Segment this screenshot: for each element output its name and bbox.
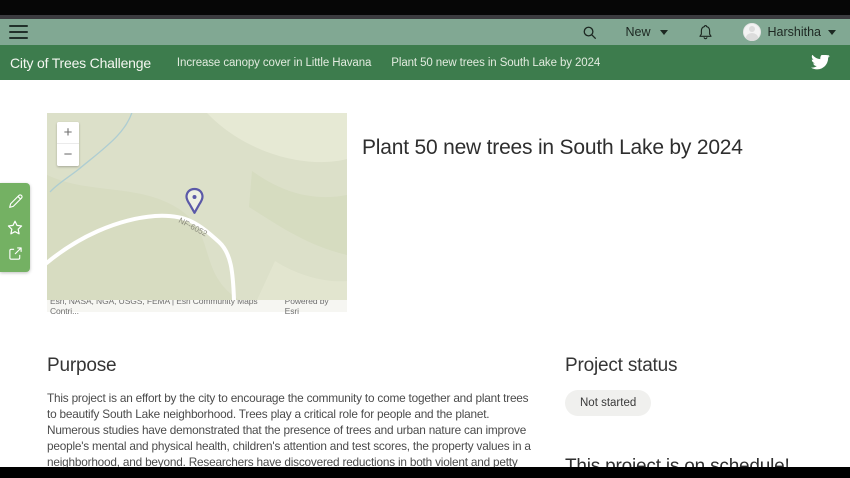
twitter-icon [811, 54, 830, 69]
window-chrome-bar [0, 0, 850, 15]
nav-link-little-havana[interactable]: Increase canopy cover in Little Havana [177, 57, 371, 69]
notifications-button[interactable] [698, 24, 713, 40]
twitter-share-button[interactable] [811, 54, 830, 71]
user-name: Harshitha [767, 25, 822, 39]
edit-button[interactable] [8, 194, 23, 209]
caret-down-icon [828, 29, 836, 35]
caret-down-icon [659, 29, 668, 35]
page-title: Plant 50 new trees in South Lake by 2024 [362, 136, 743, 159]
project-status-heading: Project status [565, 355, 678, 376]
project-status-section: Project status Not started [565, 355, 678, 416]
site-title-link[interactable]: City of Trees Challenge [10, 55, 151, 71]
star-icon [7, 220, 23, 235]
app-window: New Harshitha City of Trees Challenge In… [0, 0, 850, 478]
bell-icon [698, 24, 712, 40]
search-button[interactable] [582, 25, 597, 40]
favorite-button[interactable] [7, 220, 23, 235]
purpose-body: This project is an effort by the city to… [47, 391, 531, 469]
zoom-out-button[interactable]: − [57, 144, 79, 166]
map-card: NF-6052 + − Esri, NASA, NGA, USGS, FEMA … [47, 113, 347, 316]
site-nav: City of Trees Challenge Increase canopy … [0, 45, 850, 80]
bottom-letterbox-bar [0, 467, 850, 478]
user-avatar [742, 23, 761, 41]
share-export-icon [8, 247, 22, 260]
zoom-in-button[interactable]: + [57, 122, 79, 144]
hamburger-icon [9, 25, 28, 28]
new-menu-label: New [625, 25, 651, 39]
map-canvas: NF-6052 [47, 113, 347, 300]
page-tools-sidebar [0, 183, 30, 272]
nav-link-south-lake[interactable]: Plant 50 new trees in South Lake by 2024 [391, 57, 600, 69]
menu-button[interactable] [9, 25, 28, 39]
status-badge: Not started [565, 390, 652, 416]
purpose-section: Purpose This project is an effort by the… [47, 355, 552, 470]
pencil-icon [8, 194, 23, 208]
user-menu-button[interactable]: Harshitha [742, 23, 836, 41]
app-header: New Harshitha [0, 19, 850, 45]
purpose-heading: Purpose [47, 355, 117, 376]
map[interactable]: NF-6052 + − [47, 113, 347, 300]
share-button[interactable] [8, 246, 23, 261]
map-zoom-control: + − [57, 122, 79, 166]
new-menu-button[interactable]: New [625, 25, 668, 39]
header-actions: New Harshitha [582, 23, 836, 41]
search-icon [584, 26, 597, 39]
map-attribution-bar: Esri, NASA, NGA, USGS, FEMA | Esri Commu… [47, 296, 347, 316]
